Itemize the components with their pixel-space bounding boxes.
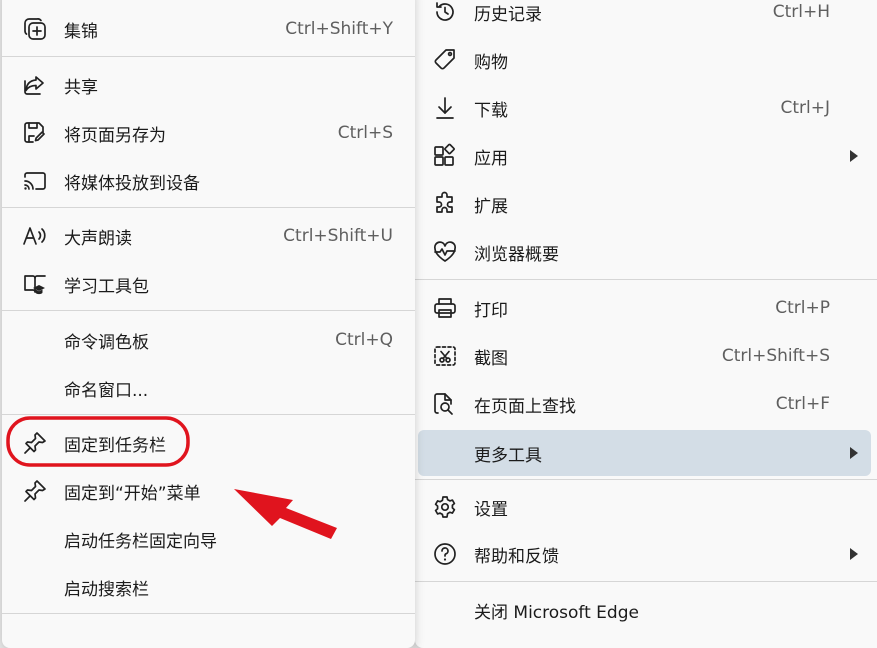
menu-item-more-tools[interactable]: 更多工具: [418, 430, 871, 476]
separator: [415, 581, 877, 582]
menu-item-collections[interactable]: 集锦 Ctrl+Shift+Y: [2, 6, 415, 52]
chevron-right-icon: [850, 447, 858, 459]
menu-item-shortcut: Ctrl+H: [772, 2, 830, 22]
pin-icon: [22, 478, 48, 504]
menu-item-label: 集锦: [64, 21, 98, 42]
menu-item-launch-search-bar[interactable]: 启动搜索栏: [2, 564, 415, 610]
more-tools-submenu: 集锦 Ctrl+Shift+Y 共享 将页面另存为 Ctrl+S 将媒体投放到设…: [2, 0, 415, 648]
collections-icon: [22, 16, 48, 42]
menu-item-cast-media[interactable]: 将媒体投放到设备: [2, 158, 415, 204]
separator: [2, 414, 415, 415]
menu-item-label: 更多工具: [474, 445, 542, 466]
main-menu: 历史记录 Ctrl+H 购物 下载 Ctrl+J 应用 扩展 浏览器概要 打印 …: [415, 0, 877, 648]
menu-item-browser-essentials[interactable]: 浏览器概要: [415, 229, 877, 275]
menu-item-shortcut: Ctrl+Q: [335, 330, 393, 350]
menu-item-print[interactable]: 打印 Ctrl+P: [415, 285, 877, 331]
menu-item-apps[interactable]: 应用: [415, 133, 877, 179]
menu-item-shopping[interactable]: 购物: [415, 37, 877, 83]
pin-icon: [22, 430, 48, 456]
menu-item-history[interactable]: 历史记录 Ctrl+H: [415, 0, 877, 35]
menu-item-label: 启动任务栏固定向导: [64, 531, 217, 552]
menu-item-label: 浏览器概要: [474, 244, 559, 265]
find-icon: [432, 391, 458, 417]
menu-item-save-page-as[interactable]: 将页面另存为 Ctrl+S: [2, 110, 415, 156]
menu-item-shortcut: Ctrl+J: [780, 98, 830, 118]
menu-item-label: 固定到“开始”菜单: [64, 483, 201, 504]
menu-item-shortcut: Ctrl+F: [775, 394, 830, 414]
chevron-right-icon: [850, 548, 858, 560]
menu-item-label: 学习工具包: [64, 276, 149, 297]
menu-item-learning-toolkit[interactable]: 学习工具包: [2, 261, 415, 307]
menu-item-label: 打印: [474, 300, 508, 321]
menu-item-label: 截图: [474, 348, 508, 369]
tag-icon: [432, 47, 458, 73]
menu-item-shortcut: Ctrl+Shift+S: [721, 346, 830, 366]
menu-item-label: 大声朗读: [64, 228, 132, 249]
separator: [2, 310, 415, 311]
menu-item-shortcut: Ctrl+S: [337, 123, 393, 143]
menu-item-label: 设置: [474, 499, 508, 520]
separator: [2, 207, 415, 208]
screenshot-icon: [432, 343, 458, 369]
menu-item-label: 在页面上查找: [474, 396, 576, 417]
menu-item-label: 将页面另存为: [64, 125, 166, 146]
menu-item-share[interactable]: 共享: [2, 62, 415, 108]
menu-item-label: 启动搜索栏: [64, 579, 149, 600]
share-icon: [22, 72, 48, 98]
menu-item-taskbar-pin-wizard[interactable]: 启动任务栏固定向导: [2, 516, 415, 562]
download-icon: [432, 95, 458, 121]
menu-item-pin-to-taskbar[interactable]: 固定到任务栏: [2, 420, 415, 466]
menu-item-extensions[interactable]: 扩展: [415, 181, 877, 227]
menu-item-close-edge[interactable]: 关闭 Microsoft Edge: [415, 587, 877, 633]
separator: [415, 279, 877, 280]
menu-item-screenshot[interactable]: 截图 Ctrl+Shift+S: [415, 333, 877, 379]
menu-item-shortcut: Ctrl+Shift+U: [283, 226, 393, 246]
separator: [2, 56, 415, 57]
menu-item-label: 关闭 Microsoft Edge: [474, 602, 639, 623]
puzzle-icon: [432, 191, 458, 217]
menu-item-settings[interactable]: 设置: [415, 484, 877, 530]
menu-item-read-aloud[interactable]: 大声朗读 Ctrl+Shift+U: [2, 213, 415, 259]
menu-item-label: 命令调色板: [64, 332, 149, 353]
learning-toolkit-icon: [22, 271, 48, 297]
history-icon: [432, 0, 458, 25]
menu-item-label: 下载: [474, 100, 508, 121]
menu-item-label: 将媒体投放到设备: [64, 173, 200, 194]
print-icon: [432, 295, 458, 321]
menu-item-downloads[interactable]: 下载 Ctrl+J: [415, 85, 877, 131]
read-aloud-icon: [22, 223, 48, 249]
menu-item-pin-to-start[interactable]: 固定到“开始”菜单: [2, 468, 415, 514]
apps-icon: [432, 143, 458, 169]
menu-item-label: 应用: [474, 148, 508, 169]
menu-item-label: 历史记录: [474, 4, 542, 25]
menu-item-name-window[interactable]: 命名窗口...: [2, 365, 415, 411]
cast-icon: [22, 168, 48, 194]
menu-item-shortcut: Ctrl+Shift+Y: [285, 19, 393, 39]
menu-item-label: 购物: [474, 52, 508, 73]
chevron-right-icon: [850, 150, 858, 162]
help-icon: [432, 541, 458, 567]
gear-icon: [432, 494, 458, 520]
menu-item-label: 帮助和反馈: [474, 546, 559, 567]
menu-item-label: 固定到任务栏: [64, 435, 166, 456]
menu-item-label: 共享: [64, 77, 98, 98]
menu-item-label: 扩展: [474, 196, 508, 217]
menu-item-command-palette[interactable]: 命令调色板 Ctrl+Q: [2, 317, 415, 363]
menu-item-shortcut: Ctrl+P: [775, 298, 830, 318]
separator: [415, 479, 877, 480]
heartbeat-icon: [432, 239, 458, 265]
menu-item-find-on-page[interactable]: 在页面上查找 Ctrl+F: [415, 381, 877, 427]
separator: [2, 613, 415, 614]
menu-item-help-feedback[interactable]: 帮助和反馈: [415, 531, 877, 577]
menu-item-label: 命名窗口...: [64, 380, 149, 401]
save-page-icon: [22, 120, 48, 146]
